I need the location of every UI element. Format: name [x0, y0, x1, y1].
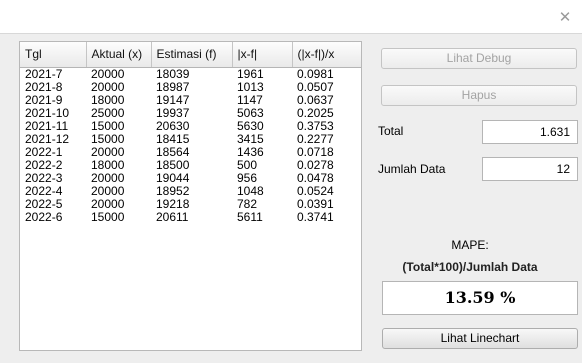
cell-tgl: 2021-9 — [25, 92, 63, 107]
column-header-estimasi[interactable]: Estimasi (f) — [151, 42, 233, 68]
cell-relative-error: 0.0718 — [297, 144, 334, 159]
column-header-relative-error[interactable]: (|x-f|)/x — [292, 42, 361, 68]
cell-relative-error: 0.0391 — [297, 196, 334, 211]
cell-aktual: 20000 — [91, 196, 125, 211]
cell-relative-error: 0.0637 — [297, 92, 334, 107]
total-field[interactable]: 1.631 — [482, 120, 578, 144]
table-row[interactable]: 2022-6 15000 20611 5611 0.3741 — [20, 209, 361, 224]
cell-estimasi: 18987 — [156, 79, 190, 94]
cell-relative-error: 0.3741 — [297, 209, 334, 224]
cell-aktual: 20000 — [91, 183, 125, 198]
cell-aktual: 20000 — [91, 66, 125, 81]
mape-table: Tgl Aktual (x) Estimasi (f) |x-f| (|x-f|… — [20, 42, 361, 224]
cell-tgl: 2021-10 — [25, 105, 70, 120]
cell-abs-error: 1048 — [237, 183, 264, 198]
cell-aktual: 18000 — [91, 92, 125, 107]
cell-relative-error: 0.2277 — [297, 131, 334, 146]
cell-estimasi: 20630 — [156, 118, 190, 133]
table-body: 2021-7 20000 18039 1961 0.0981 2021-8 20000 189… — [20, 67, 361, 224]
cell-estimasi: 19147 — [156, 92, 190, 107]
cell-estimasi: 19218 — [156, 196, 190, 211]
cell-relative-error: 0.0278 — [297, 157, 334, 172]
table-header-row: Tgl Aktual (x) Estimasi (f) |x-f| (|x-f|… — [20, 42, 361, 68]
table-row[interactable]: 2021-7 20000 18039 1961 0.0981 — [20, 67, 361, 81]
table-row[interactable]: 2021-8 20000 18987 1013 0.0507 — [20, 79, 361, 94]
cell-estimasi: 18415 — [156, 131, 190, 146]
cell-aktual: 15000 — [91, 131, 125, 146]
cell-aktual: 15000 — [91, 118, 125, 133]
cell-tgl: 2022-2 — [25, 157, 63, 172]
jumlah-data-field[interactable]: 12 — [482, 157, 578, 181]
table-row[interactable]: 2022-5 20000 19218 782 0.0391 — [20, 196, 361, 211]
cell-tgl: 2022-3 — [25, 170, 63, 185]
cell-aktual: 20000 — [91, 79, 125, 94]
cell-abs-error: 5611 — [237, 209, 263, 224]
cell-abs-error: 500 — [237, 157, 258, 172]
cell-aktual: 25000 — [91, 105, 125, 120]
lihat-debug-button[interactable]: Lihat Debug — [381, 48, 577, 69]
total-label: Total — [378, 124, 404, 138]
cell-tgl: 2022-1 — [25, 144, 63, 159]
cell-tgl: 2022-4 — [25, 183, 63, 198]
cell-tgl: 2022-6 — [25, 209, 63, 224]
cell-relative-error: 0.2025 — [297, 105, 334, 120]
cell-aktual: 20000 — [91, 144, 125, 159]
cell-abs-error: 5063 — [237, 105, 264, 120]
cell-abs-error: 1013 — [237, 79, 264, 94]
cell-tgl: 2022-5 — [25, 196, 63, 211]
cell-estimasi: 18564 — [156, 144, 190, 159]
table-row[interactable]: 2022-2 18000 18500 500 0.0278 — [20, 157, 361, 172]
jumlah-data-label: Jumlah Data — [378, 162, 446, 176]
table-row[interactable]: 2021-10 25000 19937 5063 0.2025 — [20, 105, 361, 120]
cell-tgl: 2021-12 — [25, 131, 70, 146]
cell-abs-error: 3415 — [237, 131, 264, 146]
cell-tgl: 2021-11 — [25, 118, 69, 133]
cell-aktual: 18000 — [91, 157, 125, 172]
cell-abs-error: 5630 — [237, 118, 264, 133]
cell-tgl: 2021-7 — [25, 66, 63, 81]
table-row[interactable]: 2022-3 20000 19044 956 0.0478 — [20, 170, 361, 185]
title-bar: ✕ — [0, 0, 582, 34]
lihat-linechart-button[interactable]: Lihat Linechart — [382, 328, 578, 349]
cell-estimasi: 18952 — [156, 183, 190, 198]
data-table-panel: Tgl Aktual (x) Estimasi (f) |x-f| (|x-f|… — [19, 41, 362, 351]
table-row[interactable]: 2021-9 18000 19147 1147 0.0637 — [20, 92, 361, 107]
cell-relative-error: 0.0507 — [297, 79, 334, 94]
cell-estimasi: 19937 — [156, 105, 190, 120]
table-row[interactable]: 2021-11 15000 20630 5630 0.3753 — [20, 118, 361, 133]
cell-abs-error: 1961 — [237, 66, 264, 81]
cell-estimasi: 18039 — [156, 66, 190, 81]
table-row[interactable]: 2022-4 20000 18952 1048 0.0524 — [20, 183, 361, 198]
cell-abs-error: 956 — [237, 170, 258, 185]
cell-abs-error: 1147 — [237, 92, 263, 107]
close-icon[interactable]: ✕ — [552, 4, 578, 30]
column-header-abs-error[interactable]: |x-f| — [232, 42, 293, 68]
mape-result-field: 13.59 % — [382, 281, 578, 315]
cell-abs-error: 1436 — [237, 144, 264, 159]
cell-estimasi: 20611 — [156, 209, 189, 224]
mape-formula: (Total*100)/Jumlah Data — [402, 260, 538, 274]
cell-relative-error: 0.0981 — [297, 66, 334, 81]
cell-estimasi: 19044 — [156, 170, 190, 185]
mape-title: MAPE: — [451, 238, 489, 252]
cell-abs-error: 782 — [237, 196, 258, 211]
table-row[interactable]: 2022-1 20000 18564 1436 0.0718 — [20, 144, 361, 159]
cell-relative-error: 0.0524 — [297, 183, 334, 198]
cell-aktual: 15000 — [91, 209, 125, 224]
cell-relative-error: 0.0478 — [297, 170, 334, 185]
hapus-button[interactable]: Hapus — [381, 85, 577, 106]
column-header-tgl[interactable]: Tgl — [20, 42, 87, 68]
cell-aktual: 20000 — [91, 170, 125, 185]
cell-estimasi: 18500 — [156, 157, 190, 172]
cell-tgl: 2021-8 — [25, 79, 63, 94]
column-header-aktual[interactable]: Aktual (x) — [86, 42, 152, 68]
table-row[interactable]: 2021-12 15000 18415 3415 0.2277 — [20, 131, 361, 146]
cell-relative-error: 0.3753 — [297, 118, 334, 133]
